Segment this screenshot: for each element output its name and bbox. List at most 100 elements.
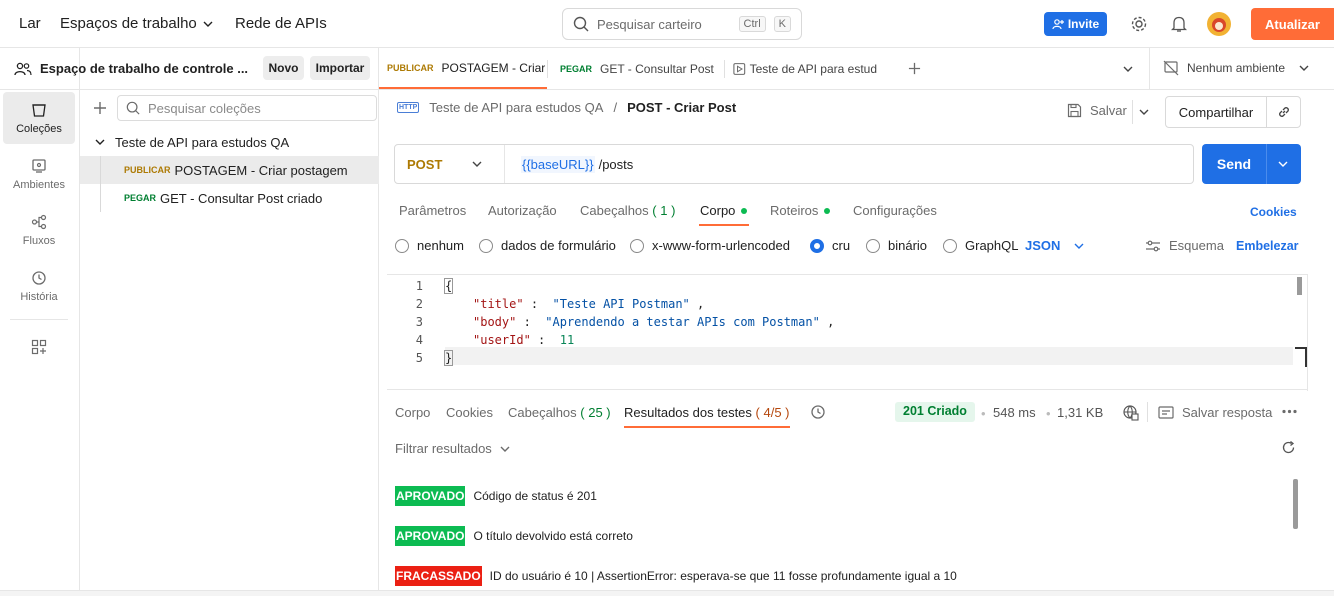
tab-authorization[interactable]: Autorização [488, 203, 557, 218]
json-value: 11 [559, 333, 575, 347]
invite-button[interactable]: Invite [1044, 12, 1107, 36]
rail-collections[interactable]: Coleções [3, 92, 75, 144]
collections-sidebar: Pesquisar coleções Teste de API para est… [80, 90, 379, 596]
collection-name: Teste de API para estudos QA [115, 134, 290, 150]
save-button[interactable]: Salvar [1067, 103, 1127, 118]
headers-count: ( 1 ) [652, 203, 676, 218]
radio-label: binário [888, 238, 928, 253]
brace: } [443, 350, 454, 366]
add-user-icon [1052, 19, 1064, 30]
test-result-row: FRACASSADO ID do usuário é 10 | Assertio… [395, 566, 957, 586]
workspace-title[interactable]: Espaço de trabalho de controle ... [14, 61, 248, 76]
radio-circle [630, 238, 644, 253]
tabs-overflow-chevron-icon[interactable] [1123, 64, 1133, 74]
new-tab-plus-icon[interactable] [908, 62, 921, 75]
tree-guide [100, 156, 101, 212]
test-results-label: Resultados dos testes [624, 405, 752, 420]
test-results-count: ( 4/5 ) [755, 405, 790, 420]
method-select[interactable]: POST [395, 145, 505, 183]
status-badge[interactable]: 201 Criado [895, 402, 975, 422]
response-time[interactable]: 548 ms [993, 405, 1036, 420]
more-options-icon[interactable] [1282, 409, 1297, 414]
chevron-down-icon [95, 139, 105, 145]
chevron-down-icon[interactable] [1278, 159, 1288, 169]
collection-search-placeholder: Pesquisar coleções [148, 100, 261, 116]
send-button[interactable]: Send [1202, 144, 1301, 184]
url-input[interactable]: {{baseURL}} /posts [505, 145, 1193, 183]
radio-form-data[interactable]: dados de formulário [479, 238, 616, 253]
environment-selector[interactable]: Nenhum ambiente [1163, 60, 1309, 76]
tab-post[interactable]: PUBLICAR POSTAGEM - Criar [379, 48, 547, 89]
tab-collection[interactable]: Teste de API para estud [725, 48, 885, 89]
body-editor[interactable]: 1 2 3 4 5 { "title" : "Teste API Postman… [387, 274, 1308, 391]
radio-circle [866, 238, 880, 253]
tab-body[interactable]: Corpo [700, 203, 748, 218]
invite-label: Invite [1067, 17, 1100, 31]
import-button[interactable]: Importar [310, 56, 370, 80]
request-item-get[interactable]: PEGAR GET - Consultar Post criado [80, 184, 379, 212]
breadcrumb-parent[interactable]: Teste de API para estudos QA [429, 100, 603, 115]
radio-urlencoded[interactable]: x-www-form-urlencoded [630, 238, 790, 253]
resp-tab-body[interactable]: Corpo [395, 405, 430, 420]
line-number: 5 [415, 351, 423, 365]
line-number: 3 [415, 315, 423, 329]
schema-button[interactable]: Esquema [1145, 238, 1224, 253]
collection-row[interactable]: Teste de API para estudos QA [80, 128, 379, 156]
link-icon[interactable] [1277, 105, 1291, 119]
beautify-button[interactable]: Embelezar [1236, 239, 1299, 253]
results-scrollbar[interactable] [1293, 479, 1298, 529]
radio-circle-selected [810, 238, 824, 253]
avatar[interactable] [1207, 12, 1231, 36]
tab-get[interactable]: PEGAR GET - Consultar Post c [552, 48, 714, 89]
radio-binary[interactable]: binário [866, 238, 927, 253]
tab-headers[interactable]: Cabeçalhos ( 1 ) [580, 203, 675, 218]
history-icon[interactable] [810, 404, 826, 420]
new-button[interactable]: Novo [263, 56, 304, 80]
global-search[interactable]: Pesquisar carteiro Ctrl K [562, 8, 802, 40]
team-icon [14, 62, 32, 75]
code-line: "body" : "Aprendendo a testar APIs com P… [473, 315, 834, 329]
editor-border [1307, 275, 1308, 391]
chevron-down-icon [1299, 65, 1309, 71]
radio-label: GraphQL [965, 238, 1019, 253]
rail-history[interactable]: História [3, 260, 75, 312]
resp-tab-headers[interactable]: Cabeçalhos ( 25 ) [508, 405, 611, 420]
gear-icon[interactable] [1130, 15, 1148, 33]
editor-scrollbar[interactable] [1297, 277, 1302, 295]
nav-workspaces[interactable]: Espaços de trabalho [60, 15, 213, 32]
plus-icon[interactable] [93, 101, 107, 115]
share-button[interactable]: Compartilhar [1165, 96, 1301, 128]
code-line: "userId" : 11 [473, 333, 574, 347]
collection-search-input[interactable]: Pesquisar coleções [117, 95, 377, 121]
rail-flows[interactable]: Fluxos [3, 204, 75, 256]
radio-none[interactable]: nenhum [395, 238, 464, 253]
radio-label: x-www-form-urlencoded [652, 238, 790, 253]
schema-icon [1146, 240, 1160, 251]
resp-headers-count: ( 25 ) [580, 405, 611, 420]
request-item-post[interactable]: PUBLICAR POSTAGEM - Criar postagem [80, 156, 379, 184]
response-size[interactable]: 1,31 KB [1057, 405, 1103, 420]
tab-scripts[interactable]: Roteiros [770, 203, 831, 218]
add-widgets-icon[interactable] [31, 339, 47, 355]
rail-environments[interactable]: Ambientes [3, 148, 75, 200]
resp-tab-cookies[interactable]: Cookies [446, 405, 493, 420]
save-options-chevron-icon[interactable] [1139, 107, 1149, 117]
resp-tab-test-results[interactable]: Resultados dos testes ( 4/5 ) [624, 405, 790, 420]
radio-graphql[interactable]: GraphQL [943, 238, 1018, 253]
network-globe-icon[interactable] [1122, 404, 1139, 421]
filter-results-dropdown[interactable]: Filtrar resultados [395, 441, 510, 456]
nav-home[interactable]: Lar [19, 15, 41, 32]
nav-workspaces-label: Espaços de trabalho [60, 15, 197, 32]
format-select[interactable]: JSON [1025, 238, 1084, 253]
radio-raw[interactable]: cru [810, 238, 850, 253]
cookies-link[interactable]: Cookies [1250, 205, 1297, 219]
save-response-button[interactable]: Salvar resposta [1158, 405, 1272, 420]
refresh-icon[interactable] [1281, 440, 1296, 455]
nav-api-network[interactable]: Rede de APIs [235, 15, 327, 32]
bell-icon[interactable] [1171, 15, 1187, 33]
update-button[interactable]: Atualizar [1251, 8, 1334, 40]
radio-label: nenhum [417, 238, 464, 253]
tab-params[interactable]: Parâmetros [399, 203, 466, 218]
breadcrumb-current[interactable]: POST - Criar Post [627, 100, 736, 115]
tab-settings[interactable]: Configurações [853, 203, 937, 218]
